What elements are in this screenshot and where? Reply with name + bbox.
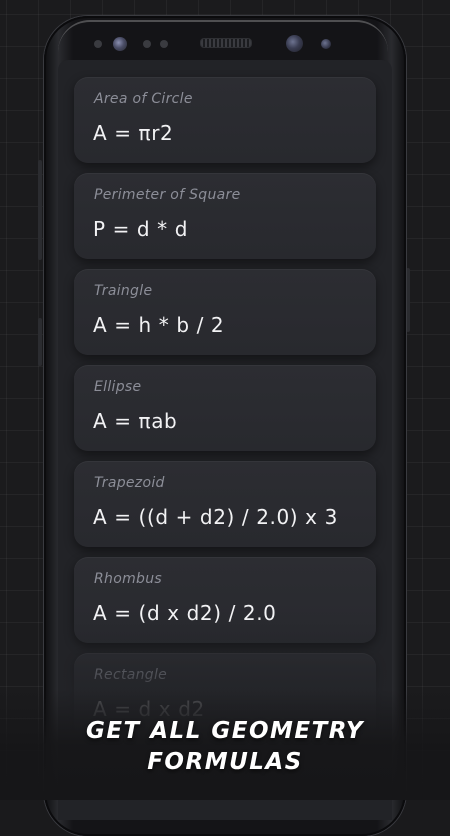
formula-card-triangle[interactable]: Traingle A = h * b / 2 xyxy=(74,269,376,355)
phone-volume-button xyxy=(38,160,42,260)
proximity-sensor-icon xyxy=(94,40,102,48)
formula-card-rhombus[interactable]: Rhombus A = (d x d2) / 2.0 xyxy=(74,557,376,643)
formula-title: Ellipse xyxy=(94,379,142,395)
promo-line-1: GET ALL GEOMETRY xyxy=(85,718,365,744)
light-sensor-icon xyxy=(143,40,151,48)
formula-card-trapezoid[interactable]: Trapezoid A = ((d + d2) / 2.0) x 3 xyxy=(74,461,376,547)
formula-expression: A = h * b / 2 xyxy=(93,313,225,337)
ambient-sensor-icon xyxy=(160,40,168,48)
formula-expression: P = d * d xyxy=(93,217,189,241)
formula-title: Rectangle xyxy=(94,667,168,683)
promo-line-2: FORMULAS xyxy=(147,749,303,775)
formula-expression: A = πr2 xyxy=(93,121,174,145)
promo-caption: GET ALL GEOMETRY FORMULAS xyxy=(0,716,450,778)
formula-title: Traingle xyxy=(94,283,153,299)
phone-power-button xyxy=(406,268,410,332)
phone-bixby-button xyxy=(38,318,42,366)
formula-title: Rhombus xyxy=(94,571,162,587)
iris-led-icon xyxy=(321,39,331,49)
app-screen: Area of Circle A = πr2 Perimeter of Squa… xyxy=(58,60,392,820)
iris-scanner-icon xyxy=(113,37,127,51)
formula-expression: A = ((d + d2) / 2.0) x 3 xyxy=(93,505,338,529)
formula-card-perimeter-of-square[interactable]: Perimeter of Square P = d * d xyxy=(74,173,376,259)
formula-title: Area of Circle xyxy=(94,91,193,107)
front-camera-icon xyxy=(286,35,303,52)
earpiece-speaker xyxy=(200,38,252,48)
formula-card-ellipse[interactable]: Ellipse A = πab xyxy=(74,365,376,451)
formula-title: Perimeter of Square xyxy=(94,187,241,203)
formula-expression: A = (d x d2) / 2.0 xyxy=(93,601,277,625)
formula-card-area-of-circle[interactable]: Area of Circle A = πr2 xyxy=(74,77,376,163)
formula-expression: A = πab xyxy=(93,409,178,433)
formula-title: Trapezoid xyxy=(94,475,165,491)
